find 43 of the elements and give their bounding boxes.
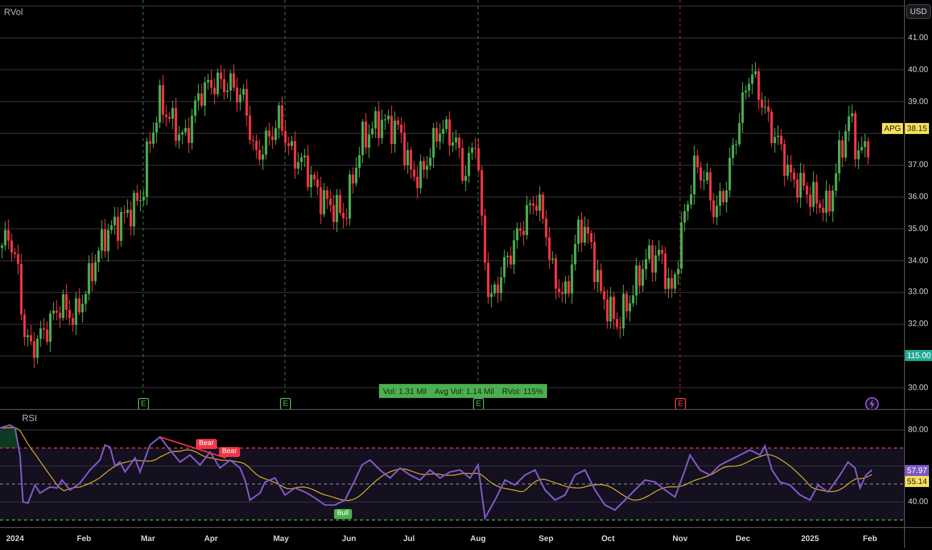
earnings-marker[interactable]: E — [675, 398, 686, 409]
rsi-axis-label: 80.00 — [908, 425, 928, 435]
volume-badge: 115.00 — [905, 350, 932, 361]
time-axis-label: Sep — [538, 534, 554, 543]
last-price-tag: 38.15 — [905, 123, 930, 134]
time-axis-label: Feb — [862, 534, 878, 543]
price-axis-label: 37.00 — [908, 160, 928, 170]
time-axis-label: 2025 — [801, 534, 819, 543]
time-axis-label: May — [273, 534, 289, 543]
currency-button[interactable]: USD — [906, 4, 931, 19]
earnings-marker[interactable]: E — [138, 398, 149, 409]
price-axis-label: 30.00 — [908, 382, 928, 393]
volume-stat: Avg Vol: 1.14 Mil — [434, 386, 494, 396]
earnings-marker[interactable]: E — [280, 398, 291, 409]
price-axis-label: 35.00 — [908, 224, 928, 234]
time-axis-label: Mar — [140, 534, 156, 543]
price-axis-label: 33.00 — [908, 287, 928, 298]
time-axis-label: Apr — [204, 534, 218, 543]
volume-stat: RVol: 115% — [502, 386, 544, 396]
rsi-axis-label: 40.00 — [908, 497, 928, 507]
time-axis-label: Jun — [342, 534, 356, 543]
symbol-tag: APG — [882, 123, 903, 134]
time-axis-label: Nov — [672, 534, 688, 543]
lightning-icon[interactable] — [865, 397, 879, 409]
rsi-value-tag: 57.97 — [905, 464, 930, 476]
volume-stat: Vol: 1.31 Mil — [383, 386, 427, 396]
time-axis-label: Oct — [601, 534, 615, 543]
earnings-marker[interactable]: E — [473, 398, 484, 409]
indicator-label: RVol — [4, 7, 23, 17]
price-axis-label: 32.00 — [908, 319, 928, 330]
price-axis-label: 41.00 — [908, 33, 928, 43]
overbought-fill — [0, 426, 19, 448]
time-axis-label: Aug — [470, 534, 486, 543]
price-axis-label: 40.00 — [908, 64, 928, 75]
time-axis-label: 2024 — [6, 534, 24, 543]
time-axis-label: Feb — [76, 534, 92, 543]
price-axis-label: 36.00 — [908, 192, 928, 202]
rsi-average-tag: 55.14 — [905, 476, 930, 488]
price-axis-label: 34.00 — [908, 256, 928, 266]
time-axis-label: Jul — [403, 534, 415, 543]
price-axis-label: 39.00 — [908, 96, 928, 107]
time-axis-label: Dec — [736, 534, 750, 543]
rsi-label: RSI — [22, 413, 38, 424]
